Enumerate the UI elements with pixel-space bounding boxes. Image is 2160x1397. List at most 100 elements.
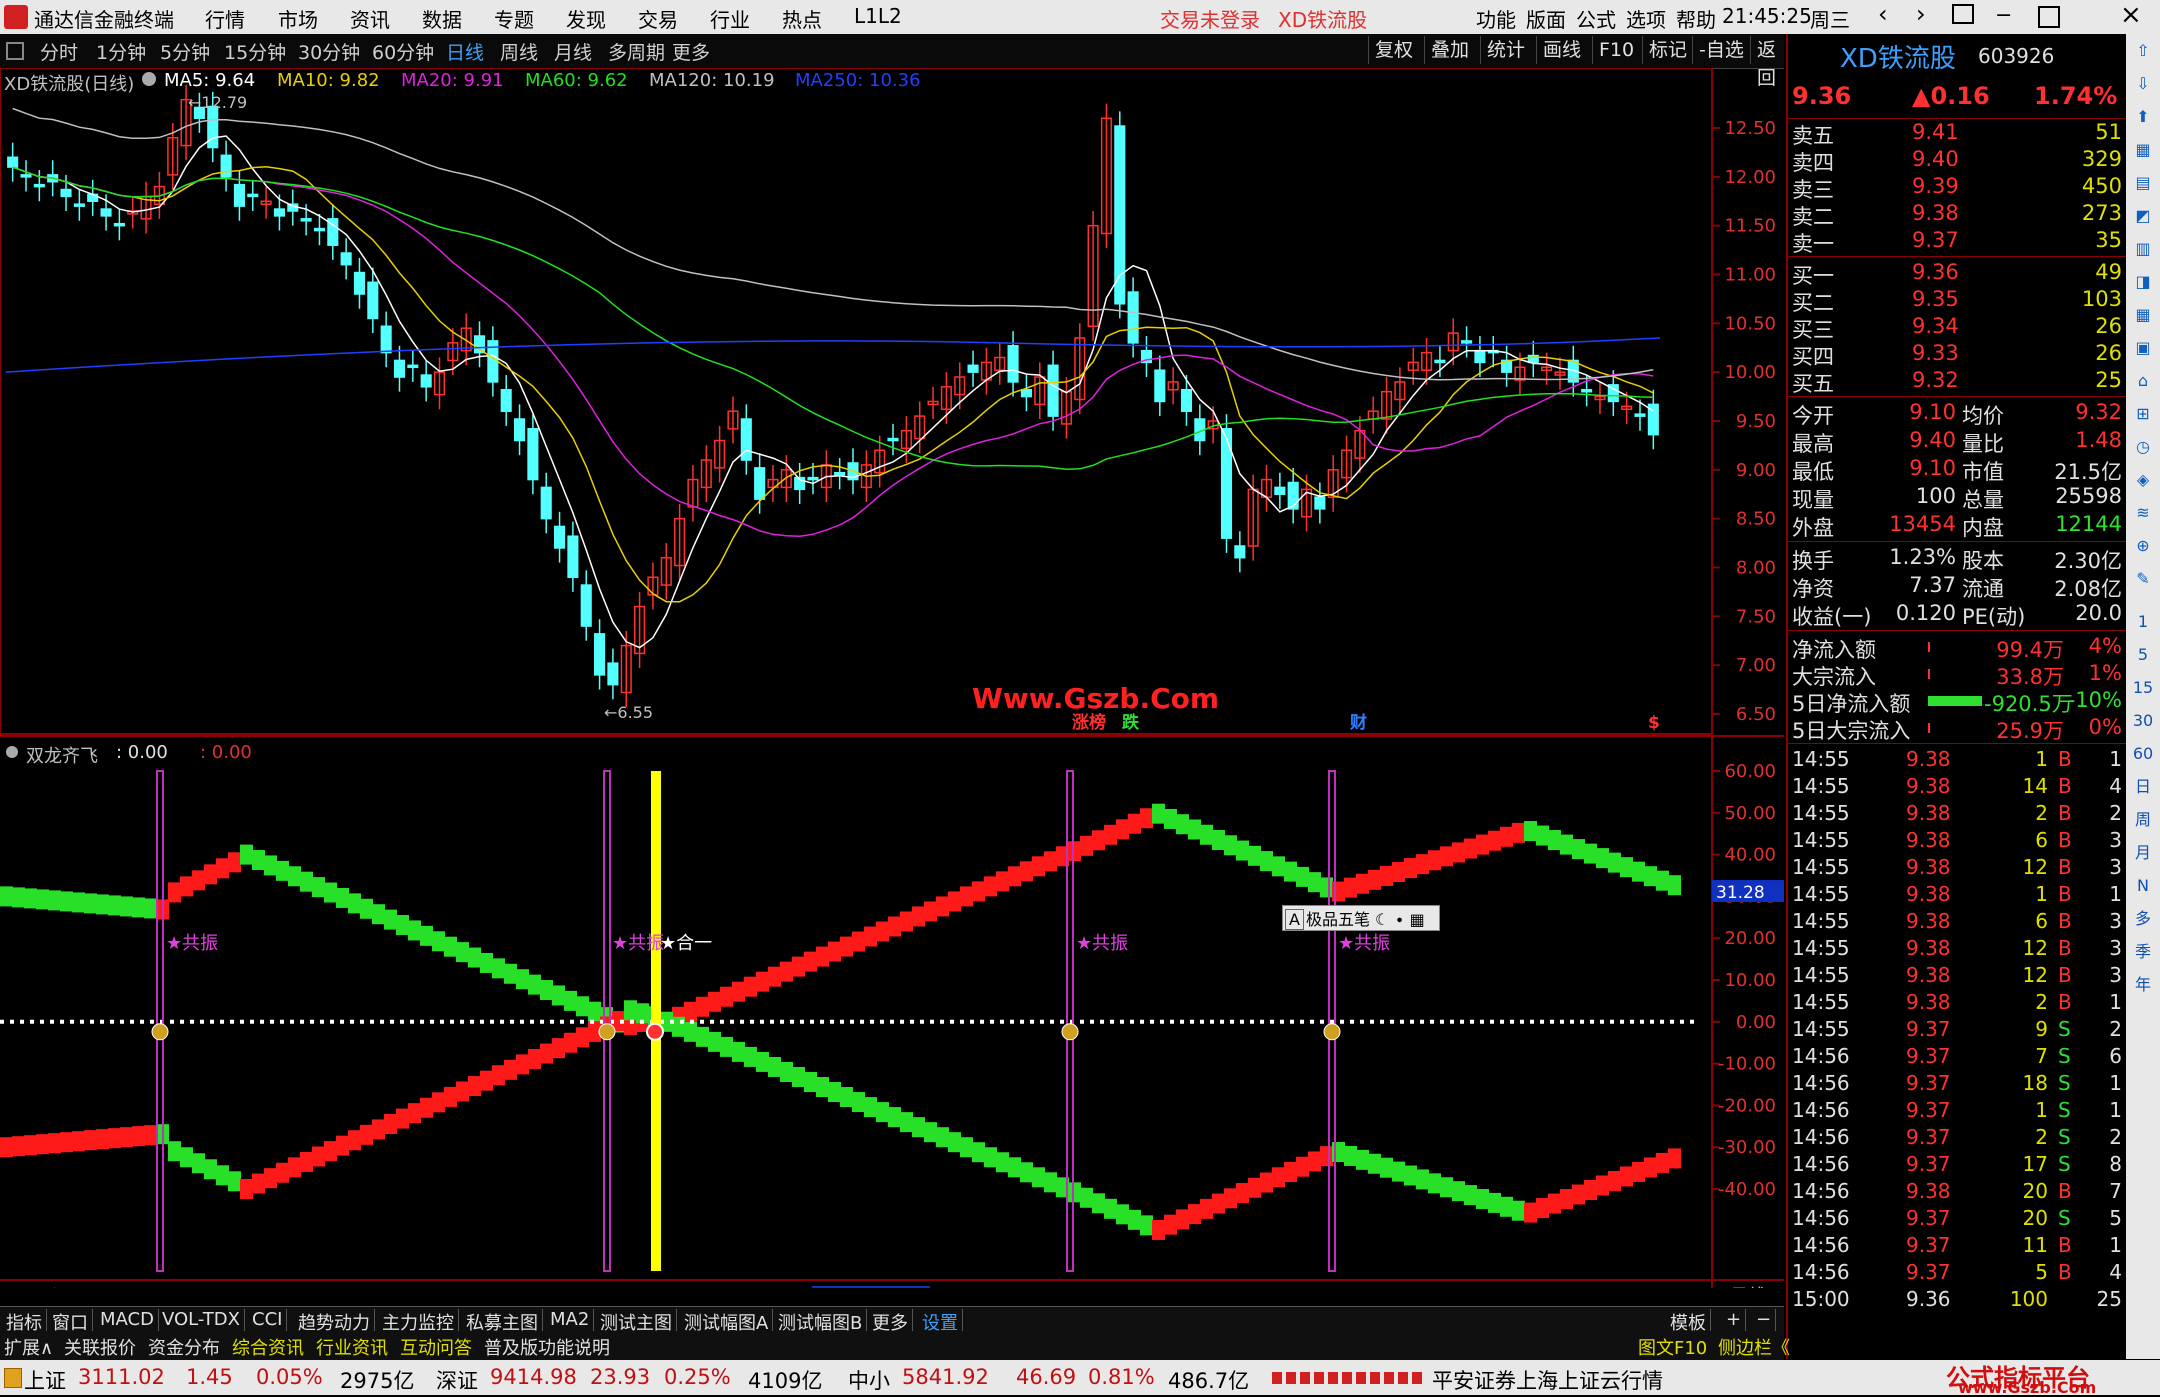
side-period-2[interactable]: 15 [2131, 677, 2155, 699]
tab-9[interactable]: 测试主图 [596, 1309, 677, 1334]
tab-3[interactable]: VOL-TDX [158, 1309, 245, 1331]
tab-4[interactable]: CCI [248, 1309, 288, 1331]
tab-0[interactable]: 指标 [2, 1309, 47, 1334]
side-tool-icon-8[interactable]: ▦ [2131, 304, 2155, 326]
side-tool-icon-6[interactable]: ▥ [2131, 238, 2155, 260]
side-period-1[interactable]: 5 [2131, 644, 2155, 666]
side-period-6[interactable]: 周 [2131, 809, 2155, 831]
side-tool-icon-11[interactable]: ⊞ [2131, 403, 2155, 425]
tab-6[interactable]: 主力监控 [378, 1309, 459, 1334]
side-tool-icon-1[interactable]: ⇩ [2131, 73, 2155, 95]
minimize-icon[interactable]: ‒ [1996, 0, 2011, 28]
panel-toggle-icon[interactable] [6, 42, 24, 60]
toolbar-btn-5[interactable]: 标记 [1642, 36, 1693, 64]
side-tool-icon-0[interactable]: ⇧ [2131, 40, 2155, 62]
period-3[interactable]: 15分钟 [224, 38, 286, 65]
tab-7[interactable]: 私募主图 [462, 1309, 543, 1334]
menu-6[interactable]: 交易 [638, 4, 678, 33]
side-tool-icon-15[interactable]: ⊕ [2131, 535, 2155, 557]
side-tool-icon-14[interactable]: ≋ [2131, 502, 2155, 524]
minus-button[interactable]: − [1752, 1309, 1777, 1331]
login-status[interactable]: 交易未登录 [1160, 4, 1260, 33]
right-menu-3[interactable]: 选项 [1626, 4, 1666, 33]
side-period-4[interactable]: 60 [2131, 743, 2155, 765]
close-icon[interactable]: × [2120, 0, 2142, 30]
tab-5[interactable]: 趋势动力 [294, 1309, 375, 1334]
toolbar-btn-0[interactable]: 复权 [1368, 36, 1419, 64]
period-9[interactable]: 多周期 [608, 38, 665, 65]
side-tool-icon-3[interactable]: ▦ [2131, 139, 2155, 161]
tab-12[interactable]: 更多 [868, 1309, 913, 1334]
tab-10[interactable]: 测试幅图A [680, 1309, 774, 1334]
side-tool-icon-4[interactable]: ▤ [2131, 172, 2155, 194]
side-period-5[interactable]: 日 [2131, 776, 2155, 798]
side-tool-icon-9[interactable]: ▣ [2131, 337, 2155, 359]
menu-2[interactable]: 资讯 [350, 4, 390, 33]
side-period-7[interactable]: 月 [2131, 842, 2155, 864]
side-tool-icon-10[interactable]: ⌂ [2131, 370, 2155, 392]
side-tool-icon-16[interactable]: ✎ [2131, 568, 2155, 590]
ext-item-5[interactable]: 互动问答 [400, 1334, 472, 1360]
ext-item-6[interactable]: 普及版功能说明 [484, 1334, 610, 1360]
maximize-icon[interactable] [2038, 6, 2060, 28]
ma-toggle-icon[interactable] [142, 72, 156, 86]
side-tool-icon-5[interactable]: ◩ [2131, 205, 2155, 227]
side-period-9[interactable]: 多 [2131, 908, 2155, 930]
period-5[interactable]: 60分钟 [372, 38, 434, 65]
ext-item-3[interactable]: 综合资讯 [232, 1334, 304, 1360]
side-tool-icon-12[interactable]: ◷ [2131, 436, 2155, 458]
menu-4[interactable]: 专题 [494, 4, 534, 33]
ext-item-0[interactable]: 扩展∧ [4, 1334, 53, 1360]
chart-area[interactable]: 12.50 12.00 11.50 11.00 10.50 10.00 9.50 9.00 8.… [0, 67, 1784, 1307]
forward-arrow-icon[interactable]: › [1916, 0, 1926, 28]
side-period-3[interactable]: 30 [2131, 710, 2155, 732]
right-menu-0[interactable]: 功能 [1476, 4, 1516, 33]
period-1[interactable]: 1分钟 [96, 38, 146, 65]
tab-11[interactable]: 测试幅图B [774, 1309, 868, 1334]
menu-1[interactable]: 市场 [278, 4, 318, 33]
back-arrow-icon[interactable]: ‹ [1878, 0, 1888, 28]
toolbar-btn-2[interactable]: 统计 [1480, 36, 1531, 64]
right-menu-4[interactable]: 帮助 [1676, 4, 1716, 33]
toolbar-btn-1[interactable]: 叠加 [1424, 36, 1475, 64]
ext-item-1[interactable]: 关联报价 [64, 1334, 136, 1360]
menu-0[interactable]: 行情 [205, 4, 245, 33]
toolbar-btn-3[interactable]: 画线 [1536, 36, 1587, 64]
period-10[interactable]: 更多 [672, 38, 710, 65]
side-period-11[interactable]: 年 [2131, 974, 2155, 996]
side-period-8[interactable]: N [2131, 875, 2155, 897]
menu-7[interactable]: 行业 [710, 4, 750, 33]
period-2[interactable]: 5分钟 [160, 38, 210, 65]
ime-popup[interactable]: A 极品五笔 ☾ ∙ ▦ [1282, 905, 1440, 931]
right-menu-1[interactable]: 版面 [1526, 4, 1566, 33]
f10-link[interactable]: 图文F10 [1638, 1334, 1707, 1360]
toolbar-btn-6[interactable]: -自选 [1692, 36, 1750, 64]
ext-item-2[interactable]: 资金分布 [148, 1334, 220, 1360]
side-tool-icon-2[interactable]: ⬆ [2131, 106, 2155, 128]
period-0[interactable]: 分时 [40, 38, 78, 65]
side-period-10[interactable]: 季 [2131, 941, 2155, 963]
tab-1[interactable]: 窗口 [48, 1309, 93, 1334]
period-4[interactable]: 30分钟 [298, 38, 360, 65]
right-menu-2[interactable]: 公式 [1576, 4, 1616, 33]
tab-2[interactable]: MACD [96, 1309, 159, 1331]
restore-window-icon[interactable] [1952, 4, 1974, 24]
side-period-0[interactable]: 1 [2131, 611, 2155, 633]
indicator-toggle-icon[interactable] [6, 746, 18, 758]
tab-8[interactable]: MA2 [546, 1309, 595, 1331]
side-tool-icon-13[interactable]: ◈ [2131, 469, 2155, 491]
menu-9[interactable]: L1L2 [854, 4, 902, 28]
toolbar-btn-4[interactable]: F10 [1592, 36, 1640, 64]
ime-moon-icon[interactable]: ☾ ∙ ▦ [1370, 910, 1425, 929]
menu-5[interactable]: 发现 [566, 4, 606, 33]
side-tool-icon-7[interactable]: ◨ [2131, 271, 2155, 293]
sidebar-toggle[interactable]: 侧边栏《 [1718, 1334, 1790, 1360]
menu-3[interactable]: 数据 [422, 4, 462, 33]
tab-13[interactable]: 设置 [918, 1309, 963, 1334]
plus-button[interactable]: + [1722, 1309, 1747, 1331]
period-6[interactable]: 日线 [446, 38, 484, 65]
kline-chart-svg[interactable]: 12.5012.0011.5011.0010.5010.009.509.008.… [0, 67, 1784, 1307]
period-7[interactable]: 周线 [500, 38, 538, 65]
toolbar-btn-7[interactable]: 返回 [1750, 36, 1784, 89]
menu-8[interactable]: 热点 [782, 4, 822, 33]
